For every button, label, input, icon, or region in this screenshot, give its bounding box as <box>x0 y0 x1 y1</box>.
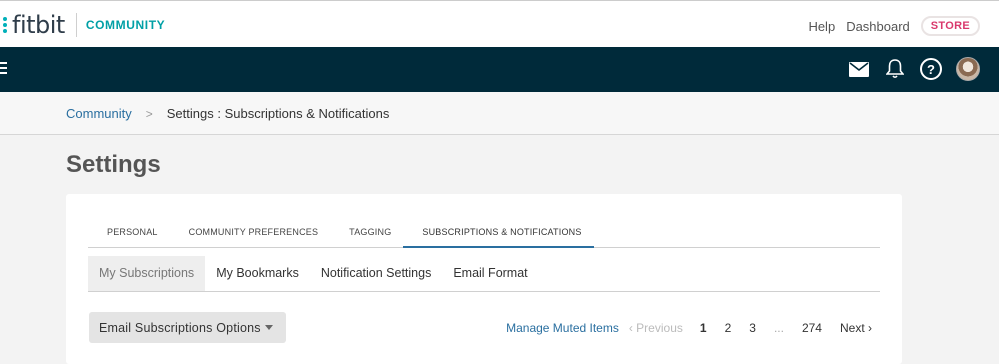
breadcrumb-bar: Community > Settings : Subscriptions & N… <box>0 92 999 135</box>
previous-page-link: ‹ Previous <box>628 321 683 335</box>
bell-icon[interactable] <box>884 58 906 80</box>
page-title: Settings <box>66 151 161 178</box>
avatar[interactable] <box>956 57 980 81</box>
tab-community-preferences[interactable]: COMMUNITY PREFERENCES <box>170 220 331 248</box>
mail-icon[interactable] <box>848 58 870 80</box>
caret-down-icon <box>264 325 273 330</box>
tab-subscriptions-notifications[interactable]: SUBSCRIPTIONS & NOTIFICATIONS <box>403 220 594 248</box>
subscription-subtabs: My Subscriptions My Bookmarks Notificati… <box>88 256 880 292</box>
store-button[interactable]: STORE <box>920 16 980 36</box>
email-subscriptions-options-button[interactable]: Email Subscriptions Options <box>89 312 286 343</box>
page-1[interactable]: 1 <box>700 321 707 335</box>
subtab-my-subscriptions[interactable]: My Subscriptions <box>88 256 206 291</box>
subtab-email-format[interactable]: Email Format <box>442 256 538 291</box>
main-navbar: ? <box>0 47 999 92</box>
page-last[interactable]: 274 <box>802 321 822 335</box>
page-2[interactable]: 2 <box>725 321 732 335</box>
pagination-ellipsis: ... <box>773 321 784 335</box>
fitbit-community-logo[interactable]: fitbit COMMUNITY <box>0 10 165 40</box>
help-icon[interactable]: ? <box>920 58 942 80</box>
pagination: Manage Muted Items ‹ Previous 1 2 3 ... … <box>506 321 872 335</box>
subtab-notification-settings[interactable]: Notification Settings <box>310 256 442 291</box>
help-link[interactable]: Help <box>808 19 835 34</box>
breadcrumb-separator: > <box>145 106 153 121</box>
breadcrumb-community-link[interactable]: Community <box>66 106 132 121</box>
top-links: Help Dashboard STORE <box>797 16 980 36</box>
breadcrumb: Community > Settings : Subscriptions & N… <box>66 106 389 121</box>
subtab-my-bookmarks[interactable]: My Bookmarks <box>205 256 310 291</box>
manage-muted-items-link[interactable]: Manage Muted Items <box>506 321 619 335</box>
settings-card: PERSONAL COMMUNITY PREFERENCES TAGGING S… <box>66 194 902 364</box>
fitbit-dots-icon <box>0 17 8 33</box>
logo-divider <box>75 13 77 37</box>
tab-tagging[interactable]: TAGGING <box>330 220 403 248</box>
logo-wordmark: fitbit <box>12 11 65 39</box>
dashboard-link[interactable]: Dashboard <box>846 19 910 34</box>
top-header: fitbit COMMUNITY Help Dashboard STORE <box>0 0 999 47</box>
options-button-label: Email Subscriptions Options <box>99 320 261 335</box>
menu-icon[interactable] <box>0 62 7 77</box>
tab-personal[interactable]: PERSONAL <box>88 220 170 248</box>
community-label: COMMUNITY <box>85 18 166 32</box>
nav-icons: ? <box>848 57 980 81</box>
settings-tabs: PERSONAL COMMUNITY PREFERENCES TAGGING S… <box>88 220 880 248</box>
next-page-link[interactable]: Next › <box>840 321 872 335</box>
page-3[interactable]: 3 <box>749 321 756 335</box>
breadcrumb-current: Settings : Subscriptions & Notifications <box>166 106 390 121</box>
